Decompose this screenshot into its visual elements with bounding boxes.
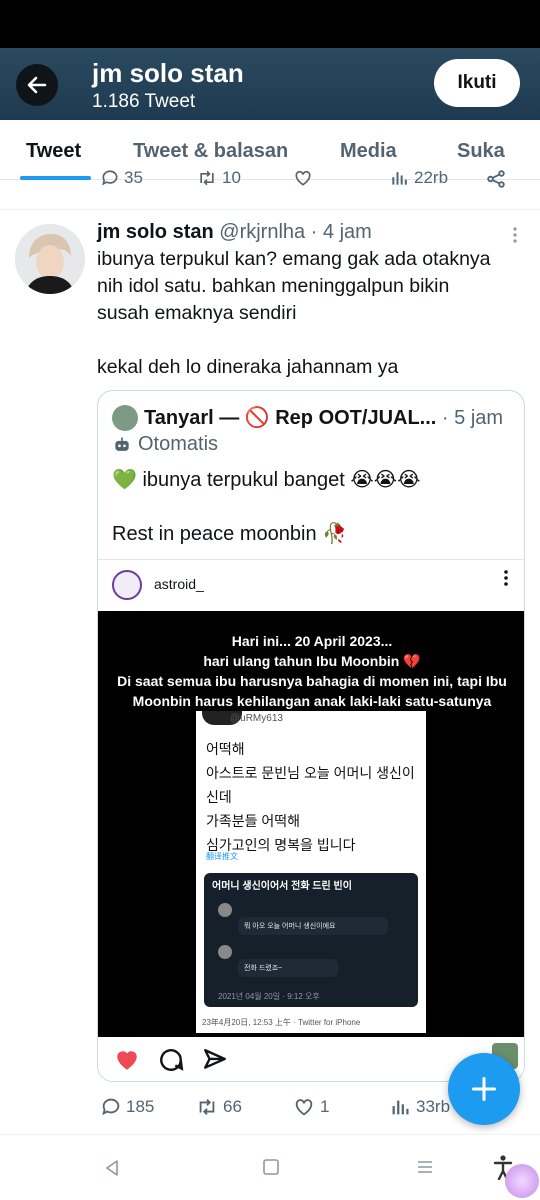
korean-text: 어떡해 xyxy=(206,741,245,757)
korean-text: 가족분들 어떡해 xyxy=(206,813,301,829)
arrow-left-icon xyxy=(27,76,47,94)
recents-icon[interactable] xyxy=(416,1158,434,1176)
embedded-image[interactable]: Hari ini... 20 April 2023... hari ulang … xyxy=(98,611,524,1037)
tab-tweet[interactable]: Tweet xyxy=(26,140,81,163)
quote-text: 💚 ibunya terpukul banget 😭😭😭 xyxy=(112,469,421,491)
more-vertical-icon xyxy=(513,227,517,243)
retweet-button[interactable]: 10 xyxy=(196,170,241,188)
chat-title: 어머니 생신이어서 전화 드린 빈이 xyxy=(212,881,352,892)
tab-media[interactable]: Media xyxy=(340,140,397,163)
korean-text: 아스트로 문빈님 오늘 어머니 생신이 xyxy=(206,765,415,781)
chat-bubble: 전화 드렸죠~ xyxy=(238,959,338,977)
comment-icon xyxy=(160,1049,184,1071)
tweet-text-line: nih idol satu. bahkan meninggalpun bikin xyxy=(97,275,450,297)
analytics-icon xyxy=(392,1100,409,1115)
reply-icon xyxy=(102,170,118,186)
quote-header: Tanyarl — 🚫 Rep OOT/JUAL... · 5 jam xyxy=(144,405,524,430)
back-button[interactable] xyxy=(16,64,58,106)
views-button[interactable]: 33rb xyxy=(390,1096,450,1118)
quote-text: Rest in peace moonbin 🥀 xyxy=(112,523,348,545)
quote-author-name: Tanyarl — 🚫 Rep OOT/JUAL... xyxy=(144,407,437,429)
instagram-username: astroid_ xyxy=(154,576,204,592)
watermark-logo xyxy=(505,1164,539,1198)
image-caption-line: Di saat semua ibu harusnya bahagia di mo… xyxy=(117,673,507,689)
reply-icon xyxy=(102,1098,120,1116)
card-handle: @uRMy613 xyxy=(230,713,283,724)
image-caption: Hari ini... 20 April 2023... hari ulang … xyxy=(98,631,524,711)
retweet-count: 10 xyxy=(222,170,241,187)
author-handle[interactable]: @rkjrnlha xyxy=(219,221,305,243)
share-button[interactable] xyxy=(485,170,507,190)
automated-label: Otomatis xyxy=(112,433,218,456)
heart-icon xyxy=(295,1099,313,1116)
plus-icon xyxy=(471,1076,497,1102)
quoted-tweet[interactable]: Tanyarl — 🚫 Rep OOT/JUAL... · 5 jam Otom… xyxy=(97,390,525,1082)
like-count: 1 xyxy=(320,1097,330,1116)
tweet-header: jm solo stan @rkjrnlha · 4 jam xyxy=(97,221,372,244)
like-button[interactable]: 1 xyxy=(292,1096,329,1118)
quote-time: · 5 jam xyxy=(441,407,504,429)
avatar-image xyxy=(15,224,85,294)
chat-bubble: 뭐 아오 오늘 어머니 생신이에요 xyxy=(238,917,388,935)
reply-count: 35 xyxy=(124,170,143,187)
image-caption-line: Hari ini... 20 April 2023... xyxy=(231,633,393,649)
heart-filled-icon xyxy=(117,1051,137,1070)
tweet-text-line: kekal deh lo dineraka jahannam ya xyxy=(97,356,399,378)
previous-tweet-actions: 35 10 22rb xyxy=(0,170,540,210)
tweet-divider xyxy=(0,1134,540,1135)
quote-avatar xyxy=(112,405,138,431)
image-caption-line: Moonbin harus kehilangan anak laki-laki … xyxy=(132,693,492,709)
views-button[interactable]: 22rb xyxy=(390,170,448,188)
instagram-avatar xyxy=(112,570,142,600)
translate-link: 翻译推文 xyxy=(206,852,238,861)
view-count: 33rb xyxy=(416,1097,451,1116)
heart-icon xyxy=(295,170,311,186)
retweet-button[interactable]: 66 xyxy=(195,1096,242,1118)
instagram-more-icon xyxy=(504,570,508,586)
reply-count: 185 xyxy=(126,1097,155,1116)
retweet-icon xyxy=(200,170,214,186)
system-nav-bar xyxy=(0,1140,540,1200)
profile-header: jm solo stan 1.186 Tweet Ikuti xyxy=(0,48,540,120)
retweet-count: 66 xyxy=(223,1097,242,1116)
analytics-icon xyxy=(392,172,407,185)
tweet-count: 1.186 Tweet xyxy=(92,91,196,112)
send-icon xyxy=(204,1049,226,1069)
follow-button[interactable]: Ikuti xyxy=(434,59,520,107)
retweet-icon xyxy=(199,1099,215,1115)
bot-icon xyxy=(115,437,129,451)
tweet-text-line: susah emaknya sendiri xyxy=(97,302,297,324)
status-bar xyxy=(0,0,540,48)
reply-button[interactable]: 185 xyxy=(100,1096,154,1118)
card-footer: 23年4月20日, 12:53 上午 · Twitter for iPhone xyxy=(202,1018,361,1027)
screenshot-card: @uRMy613 어떡해 아스트로 문빈님 오늘 어머니 생신이 신데 가족분들… xyxy=(196,711,426,1033)
image-caption-line: hari ulang tahun Ibu Moonbin 💔 xyxy=(203,653,421,669)
home-square-icon[interactable] xyxy=(262,1158,280,1176)
tab-likes[interactable]: Suka xyxy=(457,140,505,163)
author-name[interactable]: jm solo stan xyxy=(97,221,214,243)
tweet-time: · 4 jam xyxy=(310,221,372,243)
like-button[interactable] xyxy=(292,170,314,188)
reply-button[interactable]: 35 xyxy=(100,170,143,188)
chat-avatar xyxy=(218,903,232,917)
automated-text: Otomatis xyxy=(138,433,219,455)
tab-tweet-replies[interactable]: Tweet & balasan xyxy=(133,140,288,163)
chat-date: 2021년 04월 20일 · 9:12 오후 xyxy=(218,992,320,1001)
chat-screenshot: 어머니 생신이어서 전화 드린 빈이 뭐 아오 오늘 어머니 생신이에요 전화 … xyxy=(204,873,418,1007)
profile-name: jm solo stan xyxy=(92,58,244,88)
compose-tweet-button[interactable] xyxy=(448,1053,520,1125)
tweet-text: ibunya terpukul kan? emang gak ada otakn… xyxy=(97,246,527,381)
tweet-text-line: ibunya terpukul kan? emang gak ada otakn… xyxy=(97,248,491,270)
avatar[interactable] xyxy=(15,224,85,294)
back-triangle-icon[interactable] xyxy=(102,1158,122,1178)
chat-avatar xyxy=(218,945,232,959)
share-icon xyxy=(487,170,505,188)
korean-text: 신데 xyxy=(206,789,232,805)
instagram-post-header: astroid_ xyxy=(98,559,524,611)
more-options-button[interactable] xyxy=(512,226,518,244)
view-count: 22rb xyxy=(414,170,449,187)
